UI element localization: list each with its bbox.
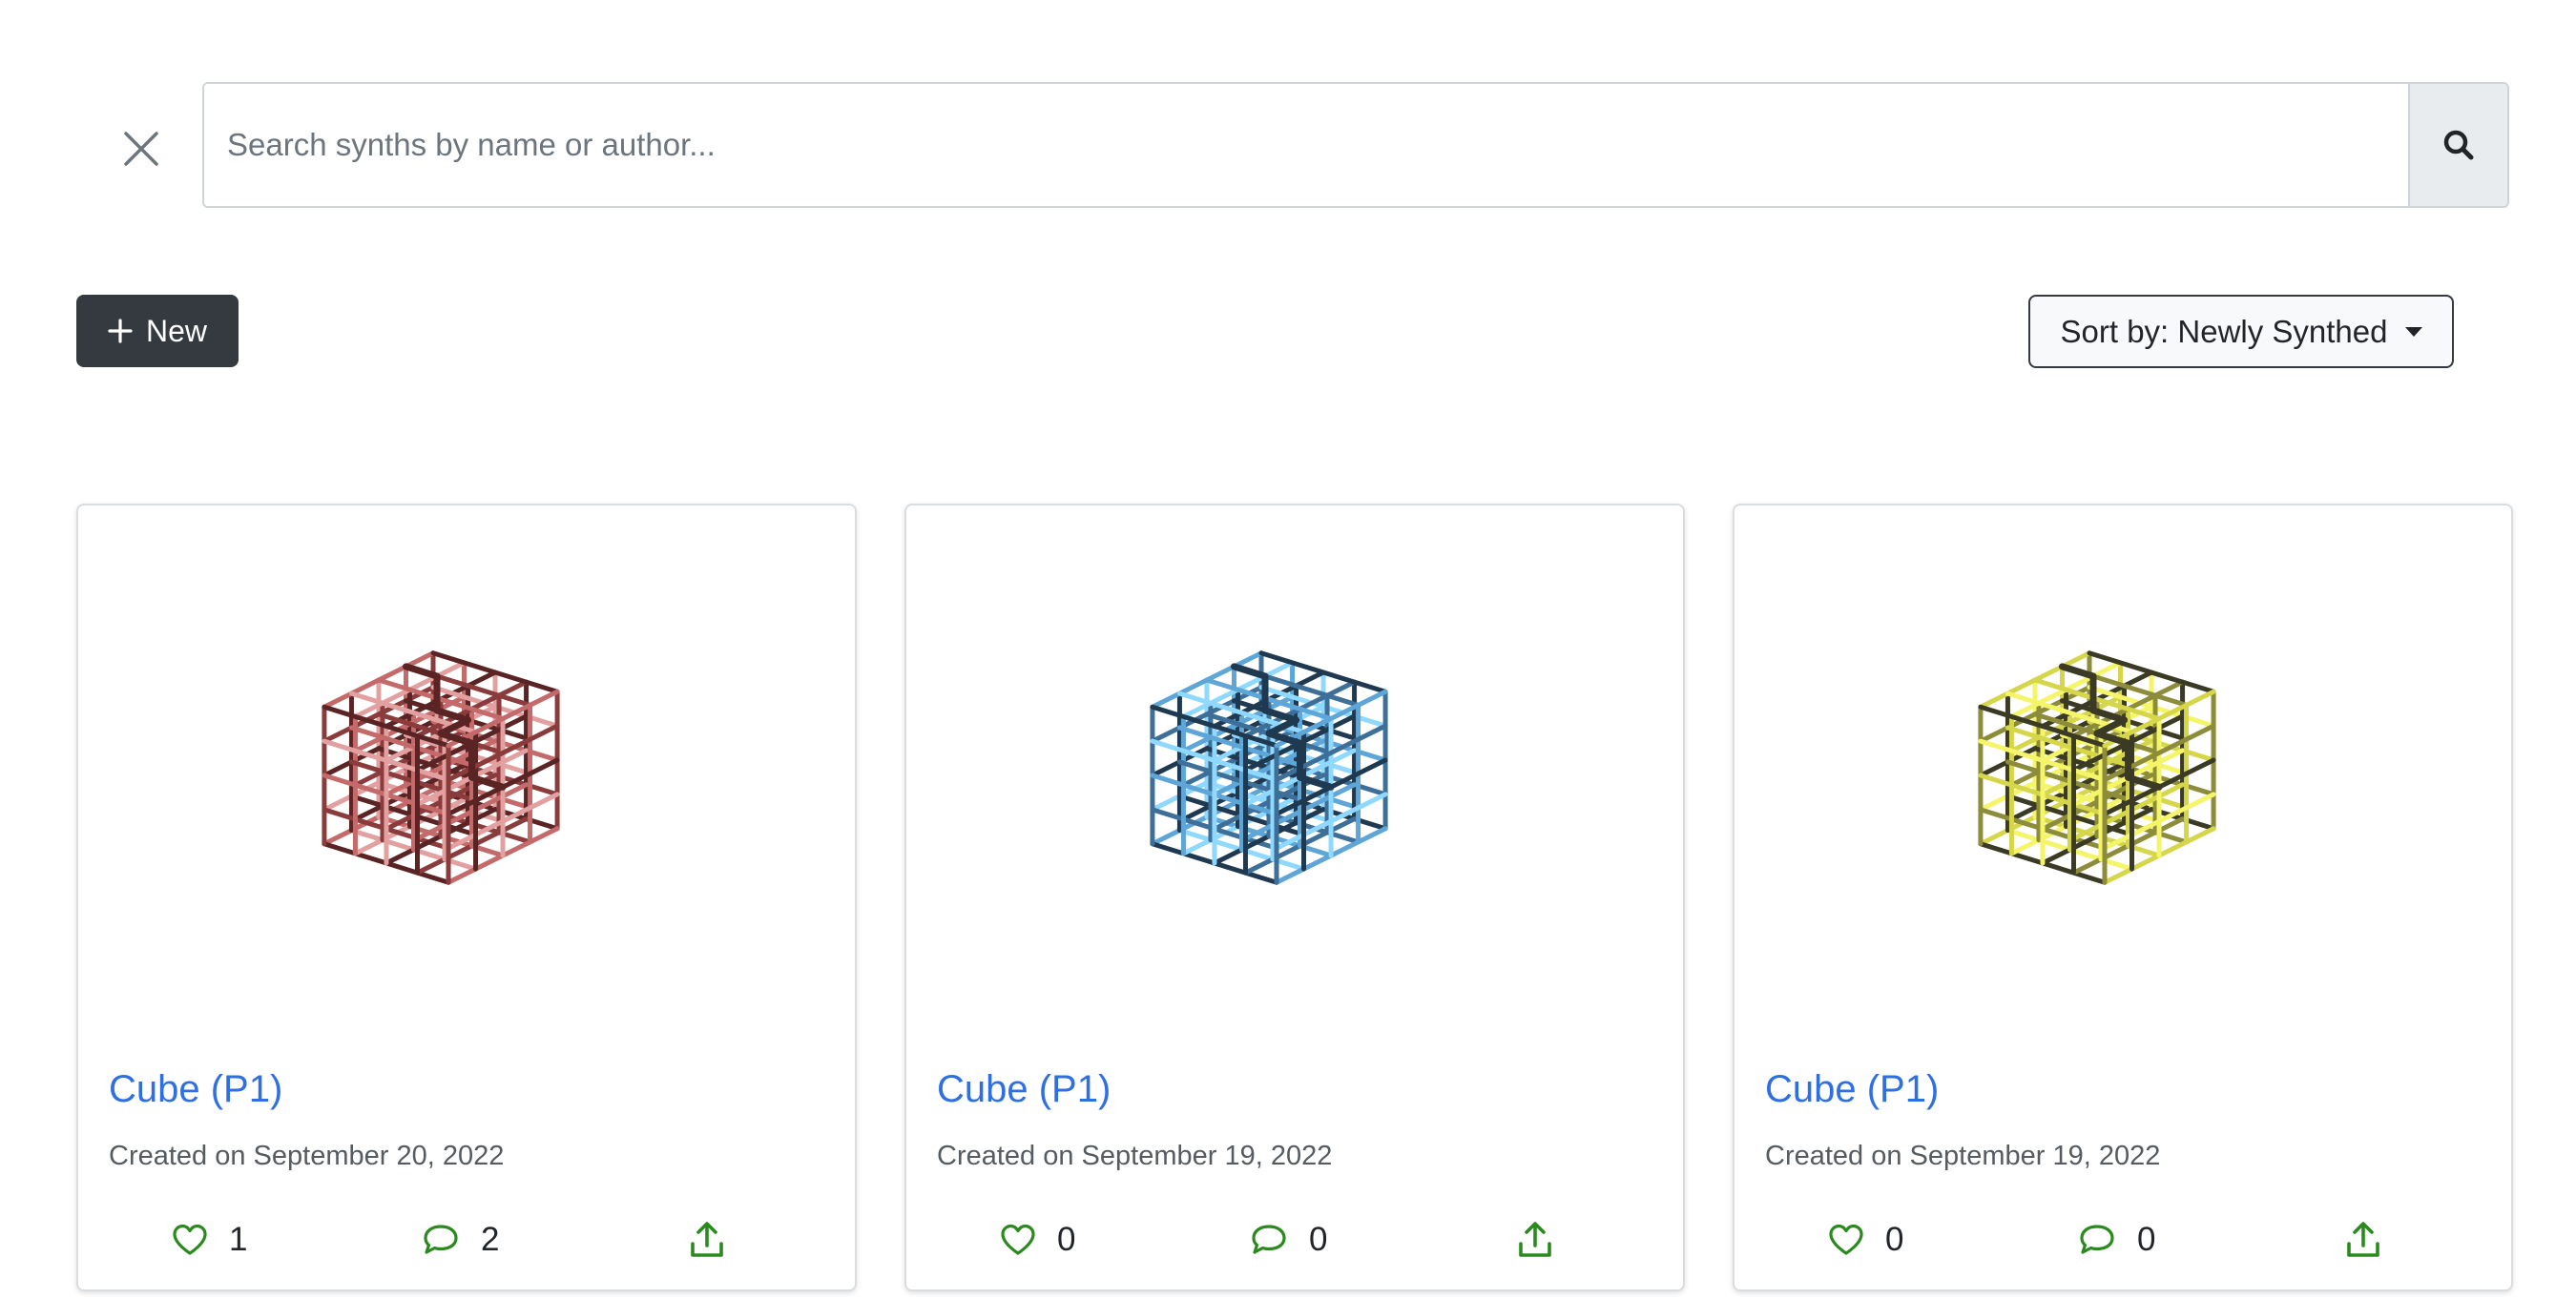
like-button[interactable]: 1 [172, 1211, 247, 1268]
share-icon [1519, 1222, 1551, 1257]
created-date: Created on September 19, 2022 [1765, 1141, 2161, 1171]
cube-wireframe-icon [322, 650, 560, 885]
comment-button[interactable]: 0 [2078, 1211, 2155, 1268]
search-bar [202, 82, 2509, 208]
comment-button[interactable]: 2 [422, 1211, 499, 1268]
heart-icon [1829, 1224, 1863, 1255]
like-button[interactable]: 0 [1000, 1211, 1075, 1268]
created-date: Created on September 20, 2022 [109, 1141, 505, 1171]
share-icon [691, 1222, 723, 1257]
share-icon [2347, 1222, 2379, 1257]
like-button[interactable]: 0 [1828, 1211, 1903, 1268]
close-icon [124, 132, 158, 166]
sort-label: Sort by: Newly Synthed [2060, 313, 2388, 349]
new-button-label: New [145, 313, 207, 348]
search-icon [2443, 130, 2474, 160]
synth-title-link[interactable]: Cube (P1) [937, 1068, 1111, 1111]
search-button[interactable] [2408, 84, 2507, 206]
comment-icon [1252, 1225, 1286, 1254]
search-input[interactable] [204, 84, 2408, 206]
card-actions: 12 [78, 1211, 855, 1268]
sort-dropdown[interactable]: Sort by: Newly Synthed [2028, 295, 2454, 368]
created-date: Created on September 19, 2022 [937, 1141, 1333, 1171]
like-count: 0 [1057, 1221, 1076, 1258]
plus-icon [108, 319, 133, 343]
new-synth-button[interactable]: New [76, 295, 239, 367]
comment-button[interactable]: 0 [1250, 1211, 1327, 1268]
comment-icon [2080, 1225, 2114, 1254]
synth-preview-image[interactable] [1078, 544, 1517, 982]
synth-title-link[interactable]: Cube (P1) [1765, 1068, 1939, 1111]
share-button[interactable] [2345, 1211, 2381, 1268]
clear-search-button[interactable] [114, 122, 168, 175]
synth-card[interactable]: Cube (P1) Created on September 20, 2022 1 2 [76, 504, 857, 1291]
card-actions: 00 [906, 1211, 1683, 1268]
caret-down-icon [2404, 326, 2422, 337]
cube-wireframe-icon [1150, 650, 1388, 885]
like-count: 0 [1885, 1221, 1904, 1258]
comment-icon [424, 1225, 458, 1254]
synth-preview-image[interactable] [250, 544, 689, 982]
synth-card[interactable]: Cube (P1) Created on September 19, 2022 0 0 [1733, 504, 2513, 1291]
share-button[interactable] [1517, 1211, 1553, 1268]
comment-count: 2 [481, 1221, 500, 1258]
synth-preview-image[interactable] [1906, 544, 2345, 982]
heart-icon [173, 1224, 207, 1255]
synth-gallery-page: New Sort by: Newly Synthed Cube (P1) Crea… [0, 0, 2576, 1299]
card-actions: 00 [1735, 1211, 2511, 1268]
share-button[interactable] [689, 1211, 725, 1268]
comment-count: 0 [1309, 1221, 1328, 1258]
synth-card[interactable]: Cube (P1) Created on September 19, 2022 0 0 [904, 504, 1685, 1291]
like-count: 1 [229, 1221, 248, 1258]
cube-wireframe-icon [1978, 650, 2216, 885]
heart-icon [1001, 1224, 1035, 1255]
synth-title-link[interactable]: Cube (P1) [109, 1068, 282, 1111]
comment-count: 0 [2137, 1221, 2156, 1258]
